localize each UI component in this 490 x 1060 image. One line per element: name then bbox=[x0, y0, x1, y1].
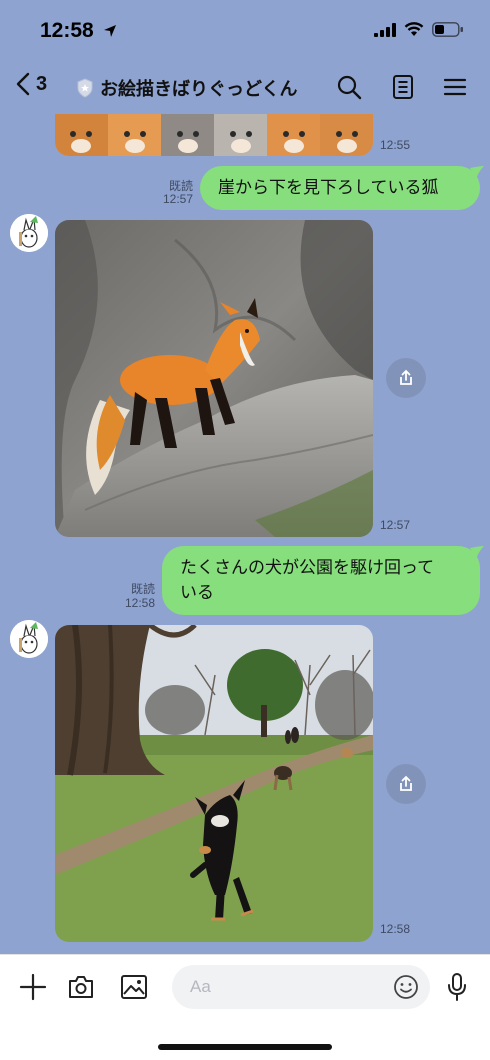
cats-image bbox=[55, 114, 373, 156]
chat-area[interactable]: 12:55 既読 12:57 崖から下を見下ろしている狐 12:57 既読 12… bbox=[0, 114, 490, 954]
home-indicator bbox=[158, 1044, 332, 1050]
room-title[interactable]: お絵描きばりぐっどくん bbox=[76, 75, 297, 101]
message-time: 12:57 bbox=[380, 518, 411, 532]
bot-avatar-image bbox=[10, 214, 48, 252]
image-message-fox[interactable] bbox=[55, 220, 373, 537]
image-icon bbox=[121, 975, 147, 999]
dogs-image bbox=[55, 625, 373, 942]
emoji-icon bbox=[394, 975, 418, 999]
bot-avatar-image bbox=[10, 620, 48, 658]
status-time: 12:58 bbox=[40, 19, 94, 42]
message-time: 12:55 bbox=[380, 138, 411, 152]
location-arrow-icon bbox=[104, 25, 116, 37]
message-text-line: いる bbox=[180, 583, 214, 603]
back-chevron-icon bbox=[16, 72, 30, 96]
status-bar: 12:58 bbox=[0, 0, 490, 62]
share-button[interactable] bbox=[386, 358, 426, 398]
read-receipt: 既読 bbox=[130, 582, 155, 596]
share-button[interactable] bbox=[386, 764, 426, 804]
emoji-button[interactable] bbox=[392, 973, 420, 1001]
bubble-tail bbox=[470, 166, 484, 180]
shield-badge-icon bbox=[77, 78, 93, 98]
add-button[interactable] bbox=[17, 971, 49, 1003]
status-icons bbox=[374, 22, 464, 37]
chat-header: 3 お絵描きばりぐっどくん bbox=[0, 62, 490, 114]
plus-icon bbox=[19, 973, 47, 1001]
notes-button[interactable] bbox=[388, 72, 418, 102]
unread-count: 3 bbox=[36, 72, 48, 95]
fox-image bbox=[55, 220, 373, 537]
outgoing-message[interactable]: たくさんの犬が公園を駆け回って いる bbox=[162, 546, 480, 615]
share-icon bbox=[400, 775, 412, 791]
message-text-line: たくさんの犬が公園を駆け回って bbox=[180, 558, 435, 578]
microphone-icon bbox=[448, 973, 466, 1001]
bubble-tail bbox=[470, 546, 484, 560]
back-button[interactable]: 3 bbox=[16, 72, 47, 96]
bot-avatar[interactable] bbox=[10, 620, 48, 658]
outgoing-message[interactable]: 崖から下を見下ろしている狐 bbox=[200, 166, 480, 210]
image-message-dogs[interactable] bbox=[55, 625, 373, 942]
room-name: お絵描きばりぐっどくん bbox=[100, 79, 298, 100]
message-time: 12:58 bbox=[124, 596, 155, 610]
camera-button[interactable] bbox=[65, 971, 97, 1003]
share-icon bbox=[400, 369, 412, 385]
composer-bar bbox=[0, 954, 490, 1060]
wifi-icon bbox=[404, 22, 424, 36]
bot-avatar[interactable] bbox=[10, 214, 48, 252]
message-time: 12:58 bbox=[380, 922, 411, 936]
gallery-button[interactable] bbox=[118, 971, 150, 1003]
message-time: 12:57 bbox=[162, 192, 193, 206]
battery-icon bbox=[432, 22, 463, 37]
search-icon bbox=[337, 75, 362, 100]
image-message-cats[interactable] bbox=[55, 114, 373, 156]
voice-button[interactable] bbox=[441, 971, 473, 1003]
camera-icon bbox=[69, 976, 93, 998]
menu-icon bbox=[443, 78, 467, 96]
menu-button[interactable] bbox=[440, 72, 470, 102]
message-text: 崖から下を見下ろしている狐 bbox=[218, 178, 439, 198]
notes-icon bbox=[393, 75, 413, 99]
search-button[interactable] bbox=[334, 72, 364, 102]
signal-icon bbox=[374, 22, 396, 37]
